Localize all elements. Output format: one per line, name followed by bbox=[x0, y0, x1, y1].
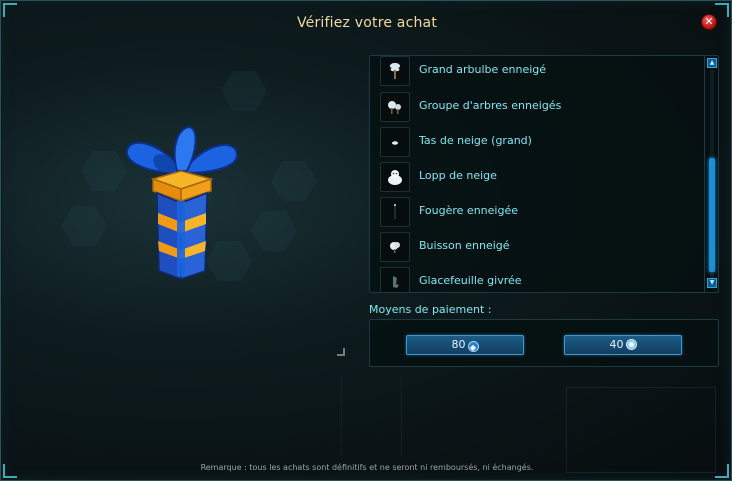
item-list-scrollbar[interactable]: ▲ ▼ bbox=[704, 56, 718, 292]
item-label: Groupe d'arbres enneigés bbox=[419, 99, 562, 112]
scroll-thumb[interactable] bbox=[709, 158, 715, 272]
item-label: Tas de neige (grand) bbox=[419, 134, 532, 147]
list-item[interactable]: Fougère enneigée bbox=[380, 197, 700, 227]
preview-corner-marker bbox=[337, 348, 345, 356]
snowy-fern-icon bbox=[380, 197, 410, 227]
item-list[interactable]: Grand arbulbe enneigé Groupe d'arbres en… bbox=[370, 56, 704, 292]
list-item[interactable]: Buisson enneigé bbox=[380, 232, 700, 262]
snowy-bush-icon bbox=[380, 232, 410, 262]
payment-methods-label: Moyens de paiement : bbox=[369, 303, 492, 316]
snow-creature-icon bbox=[380, 162, 410, 192]
background-line bbox=[341, 376, 342, 456]
item-label: Fougère enneigée bbox=[419, 204, 518, 217]
background-hexagon bbox=[61, 206, 107, 246]
scroll-down-arrow-icon[interactable]: ▼ bbox=[707, 278, 717, 288]
ogrine-icon: ◆ bbox=[467, 341, 479, 352]
item-label: Grand arbulbe enneigé bbox=[419, 63, 547, 76]
item-list-panel: Grand arbulbe enneigé Groupe d'arbres en… bbox=[369, 55, 719, 293]
list-item[interactable]: Lopp de neige bbox=[380, 162, 700, 192]
purchase-confirmation-dialog: Vérifiez votre achat ✕ Grand arbulbe enn… bbox=[0, 0, 732, 481]
background-hexagon bbox=[221, 71, 267, 111]
snowy-tree-icon bbox=[380, 56, 410, 86]
gift-box-icon bbox=[125, 125, 239, 281]
background-panel bbox=[566, 387, 716, 473]
pay-kamas-button[interactable]: 40 bbox=[564, 335, 682, 355]
list-item[interactable]: Glacefeuille givrée bbox=[380, 267, 700, 292]
price-amount: 80 bbox=[451, 338, 466, 351]
scroll-up-arrow-icon[interactable]: ▲ bbox=[707, 58, 717, 68]
snow-pile-icon bbox=[380, 127, 410, 157]
item-label: Buisson enneigé bbox=[419, 239, 510, 252]
list-item[interactable]: Grand arbulbe enneigé bbox=[380, 56, 700, 86]
kama-icon bbox=[625, 339, 637, 350]
list-item[interactable]: Groupe d'arbres enneigés bbox=[380, 92, 700, 122]
item-label: Lopp de neige bbox=[419, 169, 497, 182]
payment-panel: 80 ◆ 40 bbox=[369, 319, 719, 367]
close-icon[interactable]: ✕ bbox=[701, 14, 717, 30]
dialog-title: Vérifiez votre achat bbox=[296, 15, 438, 31]
frost-leaf-icon bbox=[380, 267, 410, 292]
item-label: Glacefeuille givrée bbox=[419, 274, 522, 287]
price-amount: 40 bbox=[609, 338, 624, 351]
background-hexagon bbox=[271, 161, 317, 201]
background-line bbox=[401, 376, 402, 456]
snowy-trees-group-icon bbox=[380, 92, 410, 122]
pay-ogrines-button[interactable]: 80 ◆ bbox=[406, 335, 524, 355]
list-item[interactable]: Tas de neige (grand) bbox=[380, 127, 700, 157]
background-hexagon bbox=[251, 211, 297, 251]
purchase-remark: Remarque : tous les achats sont définiti… bbox=[200, 463, 534, 472]
